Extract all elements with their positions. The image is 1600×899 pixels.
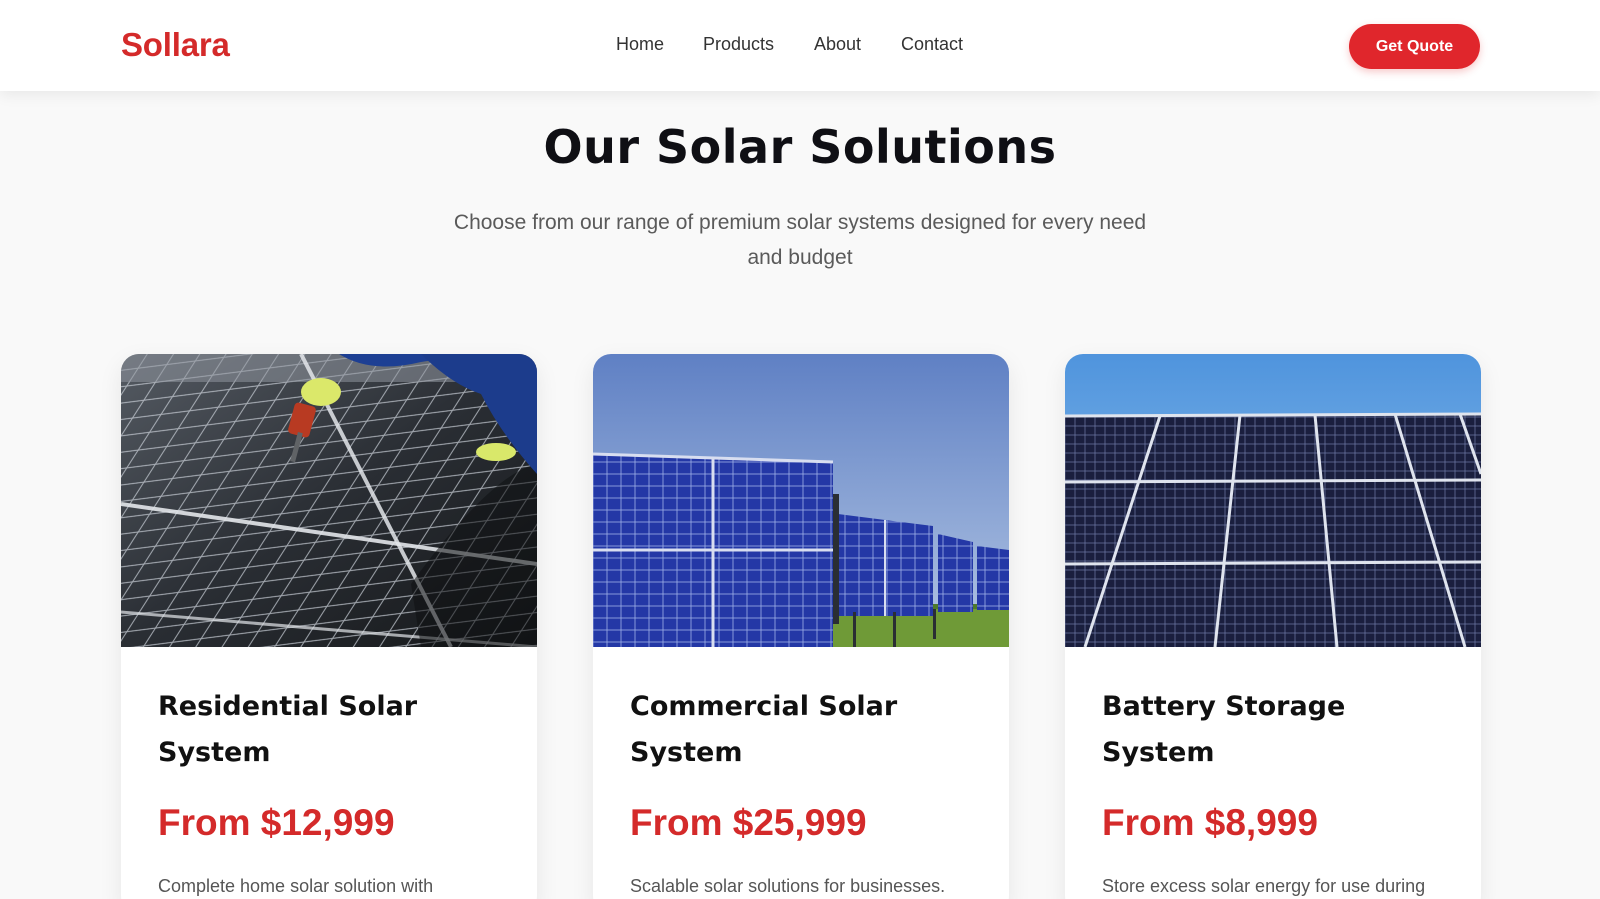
nav-products-link[interactable]: Products [703,34,774,55]
site-header: Sollara Home Products About Contact Get … [0,0,1600,91]
product-price: From $12,999 [158,802,395,843]
nav-contact-link[interactable]: Contact [901,34,963,55]
page-title: Our Solar Solutions [543,120,1057,174]
product-description: Complete home solar solution with [158,876,434,896]
nav-home-link[interactable]: Home [616,34,664,55]
product-title: Commercial Solar System [630,691,898,768]
residential-solar-photo [121,354,537,647]
get-quote-button[interactable]: Get Quote [1349,24,1480,69]
product-card-residential[interactable]: Residential Solar System From $12,999 Co… [121,354,537,899]
nav-about-link[interactable]: About [814,34,861,55]
product-description: Scalable solar solutions for businesses. [630,876,946,896]
battery-storage-photo [1065,354,1481,647]
product-price: From $8,999 [1102,802,1318,843]
product-description: Store excess solar energy for use during [1102,876,1426,896]
product-card-commercial[interactable]: Commercial Solar System From $25,999 Sca… [593,354,1009,899]
product-title: Residential Solar System [158,691,418,768]
product-card-battery[interactable]: Battery Storage System From $8,999 Store… [1065,354,1481,899]
commercial-solar-photo [593,354,1009,647]
product-price: From $25,999 [630,802,867,843]
product-title: Battery Storage System [1102,691,1346,768]
page-subtitle: Choose from our range of premium solar s… [453,211,1147,269]
